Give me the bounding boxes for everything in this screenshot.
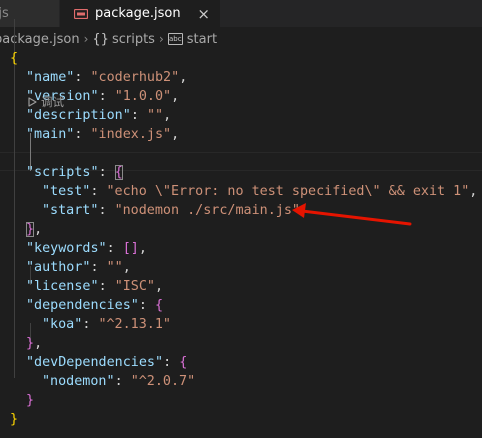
red-arrow-annotation — [292, 203, 412, 226]
